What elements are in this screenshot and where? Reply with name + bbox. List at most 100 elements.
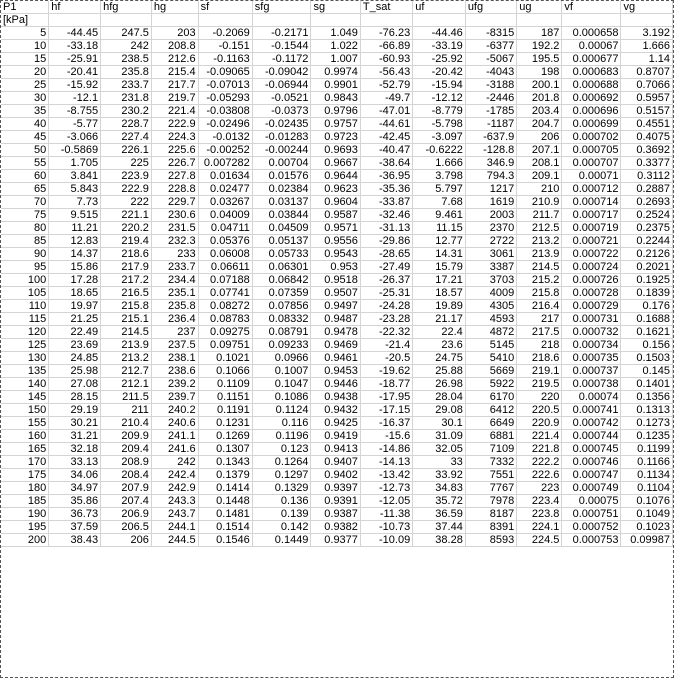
cell-hg[interactable]: 237.5 xyxy=(151,338,199,352)
cell-tsat[interactable]: -12.05 xyxy=(360,494,414,508)
cell-sf[interactable]: 0.05376 xyxy=(198,234,253,248)
cell-p1[interactable]: 140 xyxy=(1,377,50,391)
cell-uf[interactable]: 23.6 xyxy=(412,338,466,352)
cell-hg[interactable]: 231.5 xyxy=(151,221,199,235)
cell-hfg[interactable] xyxy=(100,13,152,27)
cell-hf[interactable]: 14.37 xyxy=(48,247,102,261)
cell-ufg[interactable]: 4305 xyxy=(465,299,518,313)
cell-p1[interactable]: 165 xyxy=(1,442,50,456)
cell-sfg[interactable]: 0.123 xyxy=(252,442,312,456)
cell-ug[interactable] xyxy=(516,13,563,27)
cell-tsat[interactable]: -76.23 xyxy=(360,26,414,40)
cell-sfg[interactable]: -0.09042 xyxy=(252,65,312,79)
cell-p1[interactable]: 95 xyxy=(1,260,50,274)
cell-sg[interactable]: 0.9419 xyxy=(310,429,361,443)
cell-tsat[interactable]: -11.38 xyxy=(360,507,414,521)
cell-tsat[interactable]: -40.47 xyxy=(360,143,414,157)
cell-hfg[interactable]: 217.9 xyxy=(100,260,152,274)
cell-p1[interactable]: 40 xyxy=(1,117,50,131)
cell-ug[interactable]: 215.8 xyxy=(516,286,563,300)
cell-uf[interactable]: 15.79 xyxy=(412,260,466,274)
cell-sg[interactable]: 0.9469 xyxy=(310,338,361,352)
cell-ug[interactable]: 224.5 xyxy=(516,533,563,547)
cell-ufg[interactable]: ufg xyxy=(465,1,518,14)
cell-sfg[interactable]: 0.1196 xyxy=(252,429,312,443)
cell-sf[interactable]: -0.0132 xyxy=(198,130,253,144)
cell-hfg[interactable]: 213.2 xyxy=(100,351,152,365)
cell-vg[interactable]: 0.7066 xyxy=(620,78,673,92)
cell-uf[interactable]: -0.6222 xyxy=(412,143,466,157)
cell-ug[interactable]: 207.1 xyxy=(516,143,563,157)
cell-ug[interactable]: 222.6 xyxy=(516,468,563,482)
cell-sg[interactable]: 0.9382 xyxy=(310,520,361,534)
cell-hg[interactable]: 203 xyxy=(151,26,199,40)
cell-vf[interactable]: 0.000749 xyxy=(561,481,622,495)
cell-vf[interactable]: 0.000707 xyxy=(561,156,622,170)
cell-hg[interactable]: 212.6 xyxy=(151,52,199,66)
cell-uf[interactable]: 29.08 xyxy=(412,403,466,417)
cell-uf[interactable]: 18.57 xyxy=(412,286,466,300)
cell-uf[interactable]: 12.77 xyxy=(412,234,466,248)
cell-sfg[interactable]: 0.139 xyxy=(252,507,312,521)
cell-p1[interactable]: 185 xyxy=(1,494,50,508)
cell-hg[interactable]: 238.1 xyxy=(151,351,199,365)
cell-uf[interactable]: 22.4 xyxy=(412,325,466,339)
cell-ug[interactable]: 192.2 xyxy=(516,39,563,53)
cell-sfg[interactable]: 0.07359 xyxy=(252,286,312,300)
cell-sf[interactable]: 0.09751 xyxy=(198,338,253,352)
cell-ufg[interactable]: 2722 xyxy=(465,234,518,248)
cell-sg[interactable]: 0.9604 xyxy=(310,195,361,209)
cell-vf[interactable]: 0.000747 xyxy=(561,468,622,482)
cell-ug[interactable]: 217 xyxy=(516,312,563,326)
cell-tsat[interactable]: -47.01 xyxy=(360,104,414,118)
cell-uf[interactable]: -12.12 xyxy=(412,91,466,105)
cell-sf[interactable]: 0.08272 xyxy=(198,299,253,313)
cell-vf[interactable]: 0.00071 xyxy=(561,169,622,183)
cell-sf[interactable]: 0.1191 xyxy=(198,403,253,417)
cell-sg[interactable]: 0.9438 xyxy=(310,390,361,404)
cell-ug[interactable]: 218 xyxy=(516,338,563,352)
cell-hf[interactable]: -20.41 xyxy=(48,65,102,79)
cell-vg[interactable]: 0.1925 xyxy=(620,273,673,287)
cell-hg[interactable]: 221.4 xyxy=(151,104,199,118)
cell-vg[interactable]: 0.1313 xyxy=(620,403,673,417)
cell-sf[interactable]: -0.02496 xyxy=(198,117,253,131)
cell-hg[interactable]: 240.6 xyxy=(151,416,199,430)
cell-sfg[interactable]: 0.1086 xyxy=(252,390,312,404)
cell-vf[interactable]: 0.000688 xyxy=(561,78,622,92)
cell-sg[interactable]: 0.9723 xyxy=(310,130,361,144)
cell-sf[interactable]: 0.1481 xyxy=(198,507,253,521)
cell-vg[interactable]: 0.2887 xyxy=(620,182,673,196)
cell-hf[interactable]: 18.65 xyxy=(48,286,102,300)
cell-vf[interactable]: 0.000729 xyxy=(561,299,622,313)
cell-tsat[interactable]: -38.64 xyxy=(360,156,414,170)
cell-hfg[interactable]: 210.4 xyxy=(100,416,152,430)
cell-sfg[interactable]: 0.04509 xyxy=(252,221,312,235)
cell-uf[interactable]: 36.59 xyxy=(412,507,466,521)
cell-sfg[interactable]: 0.00704 xyxy=(252,156,312,170)
cell-uf[interactable]: 26.98 xyxy=(412,377,466,391)
cell-p1[interactable]: 10 xyxy=(1,39,50,53)
cell-vg[interactable]: 0.2244 xyxy=(620,234,673,248)
cell-p1[interactable]: 100 xyxy=(1,273,50,287)
cell-uf[interactable]: 37.44 xyxy=(412,520,466,534)
cell-ufg[interactable]: 6412 xyxy=(465,403,518,417)
cell-hf[interactable]: -33.18 xyxy=(48,39,102,53)
cell-sg[interactable]: 1.007 xyxy=(310,52,361,66)
cell-ufg[interactable]: 346.9 xyxy=(465,156,518,170)
cell-hg[interactable]: 242 xyxy=(151,455,199,469)
cell-vg[interactable]: 0.1076 xyxy=(620,494,673,508)
cell-p1[interactable]: 190 xyxy=(1,507,50,521)
cell-hf[interactable]: 27.08 xyxy=(48,377,102,391)
cell-ufg[interactable]: 2003 xyxy=(465,208,518,222)
cell-ufg[interactable]: -5067 xyxy=(465,52,518,66)
cell-sf[interactable]: 0.1514 xyxy=(198,520,253,534)
cell-hg[interactable]: 222.9 xyxy=(151,117,199,131)
cell-sf[interactable]: -0.00252 xyxy=(198,143,253,157)
cell-uf[interactable]: 28.04 xyxy=(412,390,466,404)
cell-p1[interactable]: 70 xyxy=(1,195,50,209)
cell-p1[interactable]: 110 xyxy=(1,299,50,313)
cell-tsat[interactable]: -23.28 xyxy=(360,312,414,326)
cell-sg[interactable]: 0.9446 xyxy=(310,377,361,391)
cell-ug[interactable]: 223.8 xyxy=(516,507,563,521)
